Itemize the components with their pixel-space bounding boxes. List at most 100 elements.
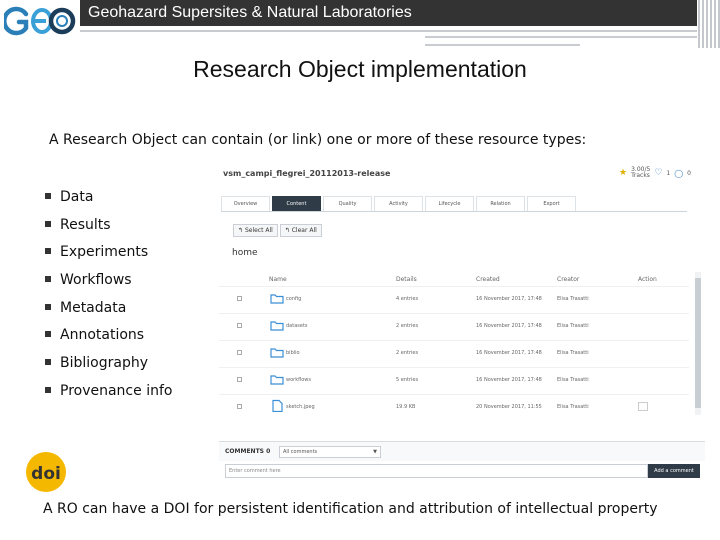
resource-type-label: Bibliography	[60, 355, 148, 372]
tab-export[interactable]: Export	[527, 196, 576, 211]
row-checkbox[interactable]	[237, 350, 242, 355]
doi-text: doi	[31, 464, 61, 484]
resource-type-item: Workflows	[45, 269, 172, 297]
comments-bar: COMMENTS 0 All comments ▼	[219, 441, 705, 461]
resource-type-item: Annotations	[45, 324, 172, 352]
table-row[interactable]: workflows 5 entries 16 November 2017, 17:4…	[219, 367, 689, 393]
header-divider	[80, 30, 697, 32]
header-divider	[425, 44, 580, 46]
row-action-button[interactable]	[638, 402, 648, 411]
arrow-icon: ↰	[284, 227, 292, 234]
table-scrollbar[interactable]	[695, 272, 701, 415]
select-all-button[interactable]: ↰ Select All	[233, 224, 278, 237]
folder-icon	[270, 294, 284, 304]
header-divider	[425, 36, 697, 38]
row-created: 16 November 2017, 17:48	[476, 377, 542, 383]
resource-type-label: Results	[60, 216, 111, 233]
table-row[interactable]: config 4 entries 16 November 2017, 17:48 El…	[219, 286, 689, 312]
column-created[interactable]: Created	[476, 276, 500, 283]
doi-logo: doi	[25, 451, 67, 493]
row-name[interactable]: sketch.jpeg	[286, 404, 315, 410]
row-creator: Elisa Trasatti	[557, 377, 589, 383]
resource-type-item: Bibliography	[45, 352, 172, 380]
resource-type-item: Data	[45, 186, 172, 214]
slide-title: Research Object implementation	[193, 56, 527, 82]
row-checkbox[interactable]	[237, 296, 242, 301]
row-created: 16 November 2017, 17:48	[476, 296, 542, 302]
row-name[interactable]: config	[286, 296, 301, 302]
arrow-icon: ↰	[238, 227, 245, 234]
geo-logo	[4, 4, 76, 38]
row-created: 16 November 2017, 17:48	[476, 323, 542, 329]
ro-score: 3.00/5 Tracks	[631, 166, 651, 179]
chevron-down-icon: ▼	[373, 449, 377, 455]
research-object-screenshot: vsm_campi_flegrei_20112013-release ★ 3.0…	[219, 158, 705, 494]
bullet-icon	[45, 359, 51, 366]
file-icon	[272, 399, 283, 412]
comments-filter-select[interactable]: All comments ▼	[279, 446, 381, 458]
row-details: 2 entries	[396, 350, 419, 356]
comments-label: COMMENTS 0	[225, 448, 271, 455]
likes-count: 1	[666, 169, 671, 177]
tab-overview[interactable]: Overview	[221, 196, 270, 211]
geo-logo-icon	[4, 6, 76, 36]
star-icon: ★	[619, 168, 628, 178]
tab-relation[interactable]: Relation	[476, 196, 525, 211]
row-checkbox[interactable]	[237, 323, 242, 328]
row-creator: Elisa Trasatti	[557, 404, 589, 410]
slide-intro: A Research Object can contain (or link) …	[49, 132, 587, 148]
row-name[interactable]: workflows	[286, 377, 311, 383]
tab-activity[interactable]: Activity	[374, 196, 423, 211]
row-creator: Elisa Trasatti	[557, 296, 589, 302]
row-details: 19.9 KB	[396, 404, 416, 410]
resource-type-label: Metadata	[60, 299, 127, 316]
table-row[interactable]: biblio 2 entries 16 November 2017, 17:48 El…	[219, 340, 689, 366]
comment-icon[interactable]: ◯	[674, 169, 683, 178]
scrollbar-thumb[interactable]	[695, 278, 701, 408]
bullet-icon	[45, 276, 51, 283]
header-stripes	[697, 0, 720, 48]
add-comment-button[interactable]: Add a comment	[648, 464, 700, 478]
ro-title: vsm_campi_flegrei_20112013-release	[223, 169, 391, 178]
resource-type-label: Annotations	[60, 327, 145, 344]
resource-type-item: Provenance info	[45, 380, 172, 408]
resource-type-item: Results	[45, 214, 172, 242]
row-created: 16 November 2017, 17:48	[476, 350, 542, 356]
table-row[interactable]: sketch.jpeg 19.9 KB 20 November 2017, 11:5…	[219, 394, 689, 420]
bullet-icon	[45, 331, 51, 338]
tab-lifecycle[interactable]: Lifecycle	[425, 196, 474, 211]
resource-type-item: Experiments	[45, 241, 172, 269]
table-row[interactable]: datasets 2 entries 16 November 2017, 17:48…	[219, 313, 689, 339]
ro-stats: ★ 3.00/5 Tracks ♡ 1 ◯ 0	[619, 167, 691, 179]
slide-footer: A RO can have a DOI for persistent ident…	[43, 501, 658, 517]
tab-content[interactable]: Content	[272, 196, 321, 211]
bullet-icon	[45, 303, 51, 310]
clear-all-button[interactable]: ↰ Clear All	[279, 224, 322, 237]
column-name[interactable]: Name	[269, 276, 287, 283]
tab-quality[interactable]: Quality	[323, 196, 372, 211]
column-creator[interactable]: Creator	[557, 276, 579, 283]
folder-path[interactable]: home	[232, 248, 258, 258]
resource-type-label: Provenance info	[60, 382, 173, 399]
header-title: Geohazard Supersites & Natural Laborator…	[88, 4, 412, 21]
resource-type-label: Data	[60, 189, 94, 205]
doi-logo-icon: doi	[26, 452, 66, 492]
row-details: 4 entries	[396, 296, 419, 302]
column-details[interactable]: Details	[396, 276, 417, 283]
folder-icon	[270, 348, 284, 358]
row-checkbox[interactable]	[237, 404, 242, 409]
resource-type-list: Data Results Experiments Workflows Metadata A…	[45, 186, 172, 408]
bullet-icon	[45, 248, 51, 255]
heart-icon[interactable]: ♡	[654, 168, 662, 178]
row-checkbox[interactable]	[237, 377, 242, 382]
bullet-icon	[45, 193, 51, 199]
resource-type-item: Metadata	[45, 297, 172, 325]
comment-input[interactable]: Enter comment here	[225, 464, 648, 478]
ro-tabs: Overview Content Quality Activity Lifecycle R…	[221, 196, 687, 212]
bullet-icon	[45, 386, 51, 393]
row-details: 5 entries	[396, 377, 419, 383]
resource-type-label: Experiments	[60, 244, 149, 261]
row-creator: Elisa Trasatti	[557, 350, 589, 356]
row-name[interactable]: datasets	[286, 323, 308, 329]
row-name[interactable]: biblio	[286, 350, 300, 356]
